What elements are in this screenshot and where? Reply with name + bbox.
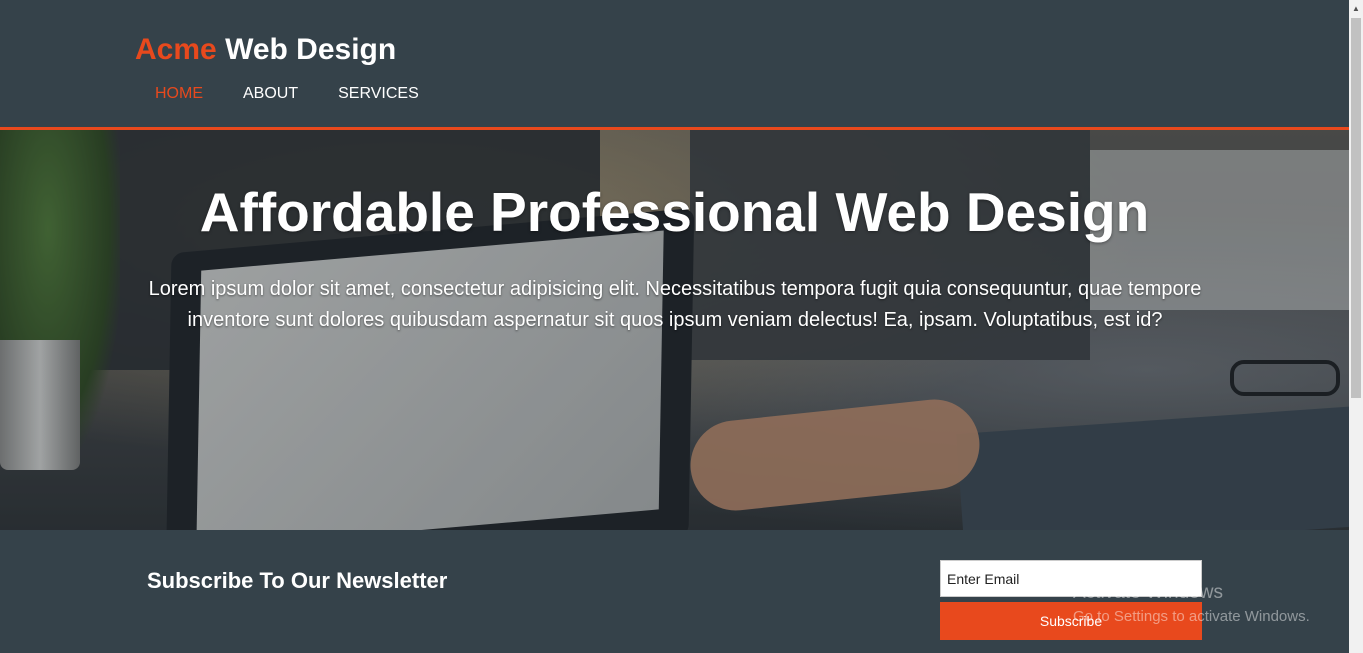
nav-item-home[interactable]: HOME: [155, 85, 203, 103]
hero-title: Affordable Professional Web Design: [199, 181, 1150, 243]
hero-text: Lorem ipsum dolor sit amet, consectetur …: [148, 278, 1202, 331]
watermark-title: Activate Windows: [1073, 582, 1223, 603]
scroll-up-arrow-icon[interactable]: ▲: [1349, 0, 1363, 17]
brand-accent: Acme: [135, 33, 217, 66]
nav-item-services[interactable]: SERVICES: [338, 85, 419, 103]
vertical-scrollbar[interactable]: ▲: [1349, 0, 1363, 653]
watermark-subtitle: Go to Settings to activate Windows.: [1073, 608, 1310, 625]
newsletter-title: Subscribe To Our Newsletter: [147, 568, 448, 593]
main-nav: HOME ABOUT SERVICES: [155, 85, 419, 103]
brand-logo[interactable]: Acme Web Design: [135, 33, 396, 67]
site-header: Acme Web Design HOME ABOUT SERVICES: [0, 0, 1349, 130]
scrollbar-thumb[interactable]: [1351, 18, 1361, 398]
nav-item-about[interactable]: ABOUT: [243, 85, 298, 103]
brand-name: Web Design: [225, 33, 397, 66]
showcase-hero: Affordable Professional Web Design Lorem…: [0, 130, 1349, 530]
activate-windows-watermark: Activate Windows Go to Settings to activ…: [1073, 582, 1310, 625]
